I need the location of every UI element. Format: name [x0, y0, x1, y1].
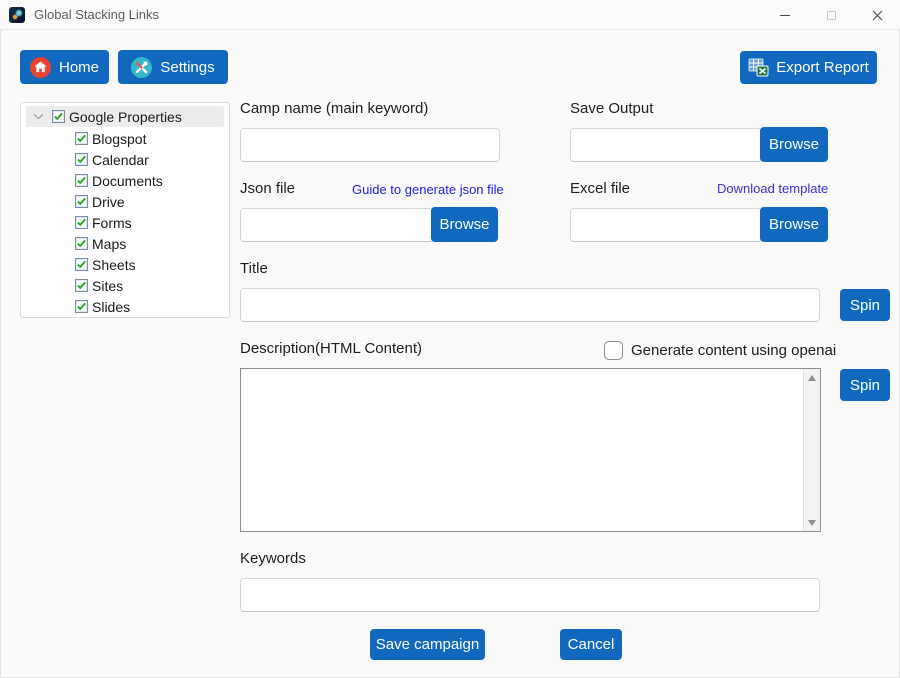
tree-item-label: Maps — [92, 236, 126, 252]
settings-tools-icon — [131, 57, 152, 78]
title-bar: Global Stacking Links — [0, 0, 900, 30]
tree-item-maps[interactable]: Maps — [26, 233, 224, 254]
checkbox-documents[interactable] — [75, 174, 88, 187]
scroll-up-icon — [808, 375, 816, 381]
close-icon — [872, 10, 883, 21]
excel-file-input[interactable] — [570, 208, 762, 242]
save-output-browse-button[interactable]: Browse — [760, 127, 828, 162]
keywords-label: Keywords — [240, 550, 306, 567]
json-file-browse-button[interactable]: Browse — [431, 207, 498, 242]
home-button-label: Home — [59, 59, 99, 76]
checkbox-forms[interactable] — [75, 216, 88, 229]
close-button[interactable] — [854, 0, 900, 30]
checkbox-blogspot[interactable] — [75, 132, 88, 145]
minimize-icon — [780, 15, 790, 16]
tree-item-label: Sites — [92, 278, 123, 294]
camp-name-input[interactable] — [240, 128, 500, 162]
chevron-down-icon[interactable] — [33, 112, 45, 122]
tree-item-calendar[interactable]: Calendar — [26, 149, 224, 170]
settings-button-label: Settings — [160, 59, 214, 76]
checkbox-calendar[interactable] — [75, 153, 88, 166]
export-report-label: Export Report — [776, 59, 869, 76]
tree-item-forms[interactable]: Forms — [26, 212, 224, 233]
tree-item-label: Blogspot — [92, 131, 146, 147]
json-file-label: Json file — [240, 180, 295, 197]
checkbox-slides[interactable] — [75, 300, 88, 313]
openai-checkbox-label: Generate content using openai — [631, 342, 836, 359]
app-window: Global Stacking Links Home Sett — [0, 0, 900, 678]
checkbox-sheets[interactable] — [75, 258, 88, 271]
camp-name-label: Camp name (main keyword) — [240, 100, 428, 117]
export-report-button[interactable]: Export Report — [740, 51, 877, 84]
description-text[interactable] — [241, 369, 803, 531]
tree-item-label: Google Properties — [69, 109, 182, 125]
cancel-button[interactable]: Cancel — [560, 629, 622, 660]
maximize-icon — [827, 11, 836, 20]
save-campaign-button[interactable]: Save campaign — [370, 629, 485, 660]
minimize-button[interactable] — [762, 0, 808, 30]
window-controls — [762, 0, 900, 30]
json-guide-link[interactable]: Guide to generate json file — [352, 182, 504, 197]
keywords-input[interactable] — [240, 578, 820, 612]
tree-item-label: Slides — [92, 299, 130, 315]
checkbox-maps[interactable] — [75, 237, 88, 250]
scroll-down-icon — [808, 520, 816, 526]
tree-item-label: Drive — [92, 194, 125, 210]
json-file-input[interactable] — [240, 208, 434, 242]
tree-item-label: Documents — [92, 173, 163, 189]
tree-item-documents[interactable]: Documents — [26, 170, 224, 191]
tree-item-drive[interactable]: Drive — [26, 191, 224, 212]
description-spin-button[interactable]: Spin — [840, 369, 890, 401]
tree-item-label: Sheets — [92, 257, 136, 273]
tree-item-google-properties[interactable]: Google Properties — [26, 106, 224, 127]
home-button[interactable]: Home — [20, 50, 109, 84]
scroll-up-button[interactable] — [804, 369, 820, 386]
tree-item-sheets[interactable]: Sheets — [26, 254, 224, 275]
maximize-button — [808, 0, 854, 30]
description-scrollbar[interactable] — [803, 369, 820, 531]
checkbox-google-properties[interactable] — [52, 110, 65, 123]
tree-item-label: Calendar — [92, 152, 149, 168]
description-textarea[interactable] — [240, 368, 821, 532]
title-spin-button[interactable]: Spin — [840, 289, 890, 321]
description-label: Description(HTML Content) — [240, 340, 422, 357]
checkbox-drive[interactable] — [75, 195, 88, 208]
excel-export-icon — [748, 58, 769, 77]
window-title: Global Stacking Links — [34, 7, 159, 22]
settings-button[interactable]: Settings — [118, 50, 228, 84]
save-output-input[interactable] — [570, 128, 762, 162]
excel-file-label: Excel file — [570, 180, 630, 197]
checkbox-sites[interactable] — [75, 279, 88, 292]
scroll-down-button[interactable] — [804, 514, 820, 531]
title-label: Title — [240, 260, 268, 277]
app-icon — [9, 7, 25, 23]
download-template-link[interactable]: Download template — [717, 181, 828, 196]
openai-checkbox[interactable] — [604, 341, 623, 360]
tree-item-label: Forms — [92, 215, 132, 231]
tree-item-sites[interactable]: Sites — [26, 275, 224, 296]
home-icon — [30, 57, 51, 78]
save-output-label: Save Output — [570, 100, 653, 117]
tree-item-slides[interactable]: Slides — [26, 296, 224, 317]
tree-item-blogspot[interactable]: Blogspot — [26, 128, 224, 149]
properties-tree: Google Properties Blogspot Calendar Docu… — [20, 102, 230, 318]
title-input[interactable] — [240, 288, 820, 322]
excel-file-browse-button[interactable]: Browse — [760, 207, 828, 242]
